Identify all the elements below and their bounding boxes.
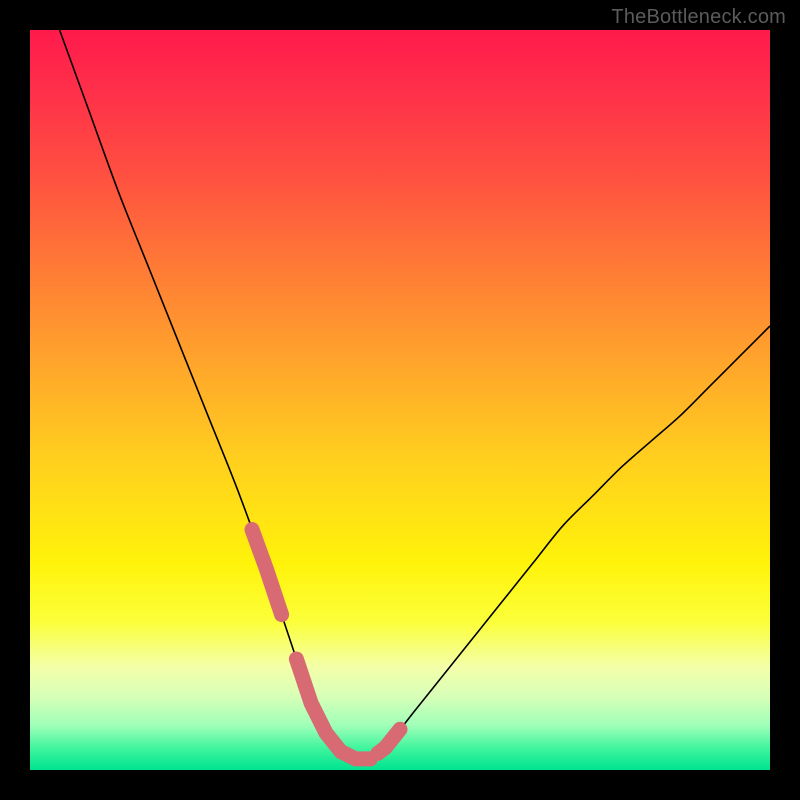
highlight-bottom — [296, 659, 370, 759]
frame: TheBottleneck.com — [0, 0, 800, 800]
highlight-left — [252, 530, 282, 615]
watermark-text: TheBottleneck.com — [611, 6, 786, 29]
bottleneck-curve — [60, 30, 770, 760]
chart-svg — [30, 30, 770, 770]
plot-area — [30, 30, 770, 770]
highlight-right — [378, 729, 400, 753]
